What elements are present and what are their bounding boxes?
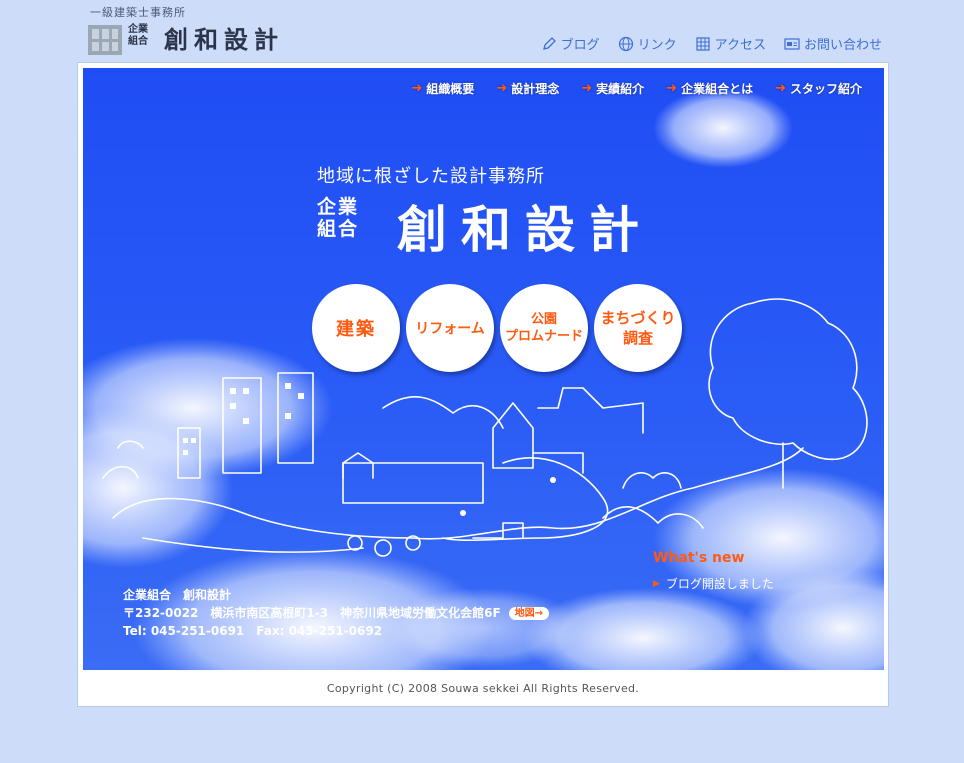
news-item[interactable]: ▶ ブログ開設しました xyxy=(653,575,774,592)
news-heading: What's new xyxy=(653,550,745,566)
hero-tagline: 地域に根ざした設計事務所 xyxy=(317,166,545,187)
logo-name: 創和設計 xyxy=(164,26,284,54)
site-logo[interactable]: 一級建築士事務所 企業組合 創和設計 xyxy=(88,4,308,56)
mainnav-cooperative-label: 企業組合とは xyxy=(681,82,754,96)
map-link[interactable]: 地図→ xyxy=(508,607,550,620)
service-architecture-label: 建築 xyxy=(336,319,376,340)
address-postal-line: 〒232-0022 横浜市南区高根町1-3 神奈川県地域労働文化会館6F 地図→ xyxy=(123,604,550,622)
globe-icon xyxy=(618,36,633,51)
logo-kigyo: 企業組合 xyxy=(128,24,148,47)
arrow-right-icon: ➜ xyxy=(496,81,508,96)
utility-nav: ブログ リンク アクセス お問い合わせ xyxy=(541,34,882,53)
address-company: 企業組合 創和設計 xyxy=(123,588,232,602)
logo-subtitle: 一級建築士事務所 xyxy=(90,6,186,19)
grid-map-icon xyxy=(696,36,710,51)
main-nav: ➜ 組織概要 ➜ 設計理念 ➜ 実績紹介 ➜ 企業組合とは ➜ スタッフ紹介 xyxy=(411,80,862,97)
nav-access-label: アクセス xyxy=(714,38,766,53)
nav-access-link[interactable]: アクセス xyxy=(695,34,766,53)
mainnav-philosophy-label: 設計理念 xyxy=(511,82,560,96)
hero-kigyo: 企業組合 xyxy=(317,196,360,240)
contact-card-icon xyxy=(784,37,800,50)
service-townplanning-label: まちづくり 調査 xyxy=(600,309,676,347)
arrow-right-icon: ➜ xyxy=(775,81,786,96)
hero-title: 創和設計 xyxy=(397,201,653,259)
company-address: 企業組合 創和設計 〒232-0022 横浜市南区高根町1-3 神奈川県地域労働… xyxy=(123,586,550,640)
mainnav-philosophy[interactable]: ➜ 設計理念 xyxy=(496,80,559,97)
triangle-bullet-icon: ▶ xyxy=(653,578,660,589)
pencil-icon xyxy=(542,36,556,50)
mainnav-cooperative[interactable]: ➜ 企業組合とは xyxy=(666,80,753,97)
service-reform-label: リフォーム xyxy=(415,321,485,337)
service-buttons: 建築 リフォーム 公園 プロムナード まちづくり 調査 xyxy=(312,284,682,372)
footer-copyright: Copyright (C) 2008 Souwa sekkei All Righ… xyxy=(326,682,640,695)
hero-banner: ➜ 組織概要 ➜ 設計理念 ➜ 実績紹介 ➜ 企業組合とは ➜ スタッフ紹介 地域に根ざし… xyxy=(83,68,884,670)
mainnav-about[interactable]: ➜ 組織概要 xyxy=(411,80,474,97)
mainnav-about-label: 組織概要 xyxy=(426,82,475,96)
service-park-button[interactable]: 公園 プロムナード xyxy=(500,284,588,372)
mainnav-staff-label: スタッフ紹介 xyxy=(789,82,862,96)
nav-link-label: リンク xyxy=(637,38,677,53)
service-reform-button[interactable]: リフォーム xyxy=(406,284,494,372)
service-townplanning-button[interactable]: まちづくり 調査 xyxy=(594,284,682,372)
service-architecture-button[interactable]: 建築 xyxy=(312,284,400,372)
arrow-right-icon: ➜ xyxy=(581,81,593,96)
nav-link-link[interactable]: リンク xyxy=(618,34,677,53)
arrow-right-icon: ➜ xyxy=(411,81,423,96)
main-panel: ➜ 組織概要 ➜ 設計理念 ➜ 実績紹介 ➜ 企業組合とは ➜ スタッフ紹介 地域に根ざし… xyxy=(77,62,889,707)
arrow-right-icon: ➜ xyxy=(666,81,678,96)
mainnav-works-label: 実績紹介 xyxy=(596,82,645,96)
address-contact: Tel: 045-251-0691 Fax: 045-251-0692 xyxy=(123,624,383,638)
logo-mark-icon xyxy=(88,25,122,55)
nav-blog-label: ブログ xyxy=(560,38,600,53)
mainnav-staff[interactable]: ➜ スタッフ紹介 xyxy=(775,80,862,97)
nav-contact-link[interactable]: お問い合わせ xyxy=(784,34,882,53)
mainnav-works[interactable]: ➜ 実績紹介 xyxy=(581,80,644,97)
address-postal: 〒232-0022 横浜市南区高根町1-3 神奈川県地域労働文化会館6F xyxy=(123,606,501,620)
service-park-label: 公園 プロムナード xyxy=(504,312,583,344)
nav-contact-label: お問い合わせ xyxy=(803,38,882,53)
nav-blog-link[interactable]: ブログ xyxy=(541,34,600,53)
news-item-label: ブログ開設しました xyxy=(665,577,774,591)
